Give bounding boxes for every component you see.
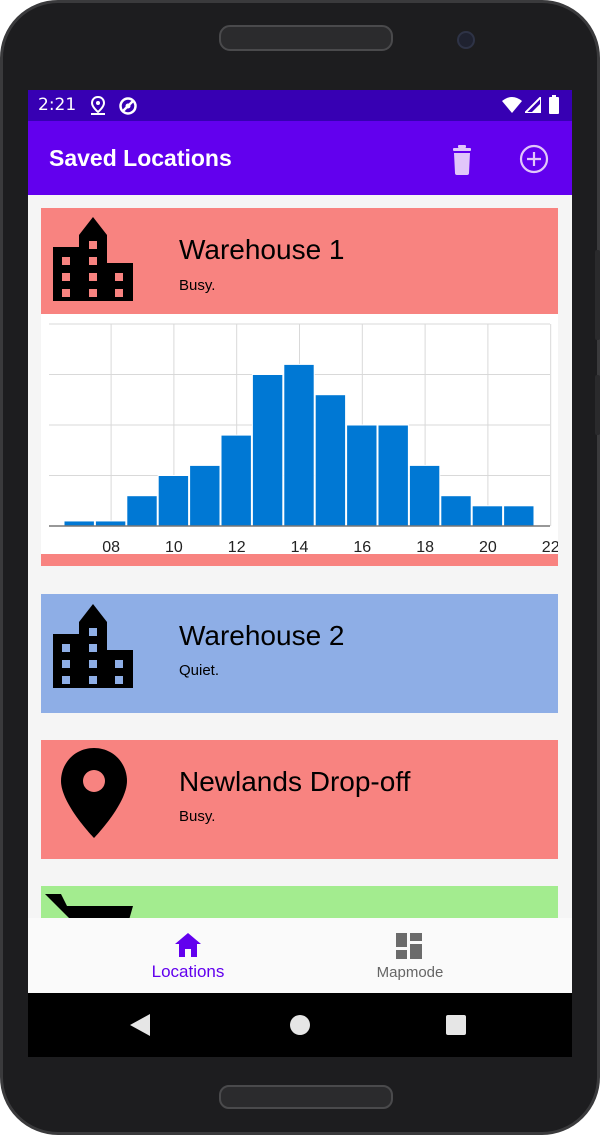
- building-icon: [53, 217, 133, 301]
- bottom-speaker: [219, 1085, 393, 1109]
- x-tick-label: 22: [542, 539, 558, 554]
- location-card[interactable]: Newlands Drop-off Busy.: [41, 740, 558, 859]
- chart-bar: [471, 505, 504, 527]
- chart-bar: [440, 495, 472, 527]
- location-card[interactable]: Warehouse 2 Quiet.: [41, 594, 558, 713]
- busyness-chart-svg: 08 10 12 14 16 18 20 22: [49, 323, 560, 556]
- location-status: Busy.: [179, 277, 216, 294]
- delete-button[interactable]: [442, 139, 482, 179]
- x-tick-label: 16: [353, 539, 371, 554]
- power-button[interactable]: [595, 250, 600, 340]
- location-card[interactable]: Warehouse 1 Busy. 08 10 12 14 16 18 20 22: [41, 208, 560, 566]
- home-icon: [175, 933, 201, 957]
- chart-bar: [251, 374, 284, 527]
- chart-bar: [346, 424, 378, 527]
- bottom-navigation: Locations Mapmode: [28, 918, 572, 993]
- x-tick-label: 10: [165, 539, 183, 554]
- chart-bar: [377, 424, 409, 527]
- location-card-header[interactable]: Newlands Drop-off Busy.: [41, 740, 558, 859]
- locations-list: Warehouse 1 Busy. 08 10 12 14 16 18 20 22: [28, 195, 572, 918]
- x-tick-label: 18: [416, 539, 434, 554]
- chart-bar: [94, 520, 127, 527]
- shopping-cart-icon: [45, 894, 133, 918]
- location-name: Newlands Drop-off: [179, 766, 411, 797]
- chart-bar: [283, 363, 315, 527]
- building-icon: [53, 604, 133, 688]
- status-time: 2:21: [38, 95, 77, 115]
- busyness-chart: 08 10 12 14 16 18 20 22: [41, 314, 560, 556]
- sync-icon: [119, 97, 137, 115]
- location-card-header[interactable]: Warehouse 1 Busy.: [41, 208, 558, 314]
- map-pin-icon: [61, 748, 127, 838]
- location-name: Warehouse 2: [179, 620, 345, 651]
- signal-icon: [525, 97, 541, 113]
- front-camera: [457, 31, 475, 49]
- back-icon[interactable]: [130, 1014, 152, 1036]
- volume-button[interactable]: [595, 375, 600, 435]
- location-status: Quiet.: [179, 662, 220, 679]
- dashboard-icon: [396, 933, 422, 959]
- x-tick-label: 20: [479, 539, 497, 554]
- chart-bar: [503, 505, 535, 527]
- location-card[interactable]: [41, 886, 558, 918]
- trash-icon: [453, 145, 471, 175]
- location-card-header[interactable]: Warehouse 2 Quiet.: [41, 594, 558, 713]
- recents-icon[interactable]: [446, 1015, 466, 1035]
- location-card-header[interactable]: [41, 886, 558, 918]
- chart-bar: [408, 464, 441, 527]
- location-name: Warehouse 1: [179, 234, 345, 265]
- chart-bar: [189, 464, 221, 527]
- page-title: Saved Locations: [49, 145, 232, 171]
- system-navigation-bar: [28, 993, 572, 1057]
- battery-icon: [549, 95, 559, 114]
- earpiece: [219, 25, 393, 51]
- card-footer-strip: [41, 554, 558, 566]
- chart-bar: [126, 495, 158, 527]
- chart-bar: [314, 394, 347, 527]
- chart-bar: [220, 434, 252, 527]
- chart-bar: [157, 475, 190, 527]
- status-bar: 2:21: [28, 90, 572, 121]
- add-location-button[interactable]: [514, 139, 554, 179]
- x-tick-label: 14: [291, 539, 309, 554]
- nav-mapmode-label: Mapmode: [376, 964, 444, 981]
- location-status: Busy.: [179, 808, 216, 825]
- add-circle-icon: [519, 144, 549, 174]
- home-circle-icon[interactable]: [289, 1014, 311, 1036]
- nav-mapmode[interactable]: Mapmode: [274, 918, 546, 993]
- app-bar: Saved Locations: [28, 121, 572, 195]
- screen: 2:21 Saved Locations Warehouse 1 Busy. 0…: [28, 90, 572, 993]
- x-tick-label: 12: [228, 539, 246, 554]
- chart-bar: [63, 520, 95, 527]
- wifi-icon: [502, 97, 522, 113]
- x-tick-label: 08: [102, 539, 120, 554]
- location-pin-icon: [90, 96, 106, 115]
